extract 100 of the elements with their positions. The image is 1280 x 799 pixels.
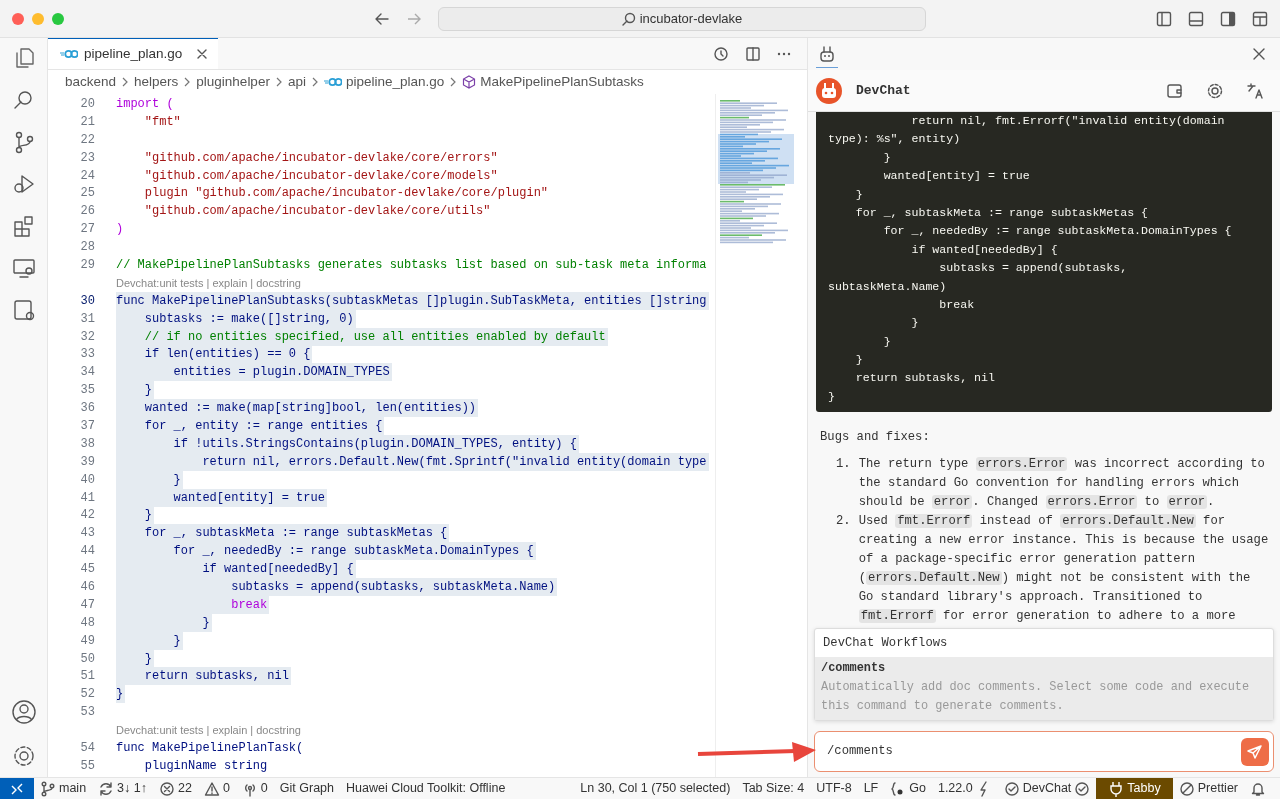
- breadcrumb[interactable]: api: [287, 71, 306, 93]
- more-button[interactable]: [777, 51, 791, 56]
- line-number: 34: [79, 364, 96, 382]
- wallet-button[interactable]: [1166, 81, 1184, 100]
- account-button[interactable]: [10, 699, 37, 725]
- translate-button[interactable]: [1246, 81, 1264, 100]
- status-item[interactable]: DevChat: [997, 777, 1097, 799]
- status-item[interactable]: main: [34, 777, 93, 799]
- blocked-icon: [1178, 780, 1195, 797]
- breadcrumb[interactable]: MakePipelinePlanSubtasks: [462, 71, 644, 93]
- status-item[interactable]: 1.22.0: [931, 777, 998, 799]
- chevron-icon: [310, 77, 319, 87]
- wallet-icon: [1166, 81, 1184, 100]
- search-field[interactable]: incubator-devlake: [438, 6, 926, 31]
- code-line: // MakePipelinePlanSubtasks generates subtasks list based on sub-task meta informa: [116, 256, 708, 274]
- breadcrumb[interactable]: pipeline_plan.go: [323, 71, 445, 93]
- code-line: ): [116, 221, 125, 239]
- send-button[interactable]: [1241, 737, 1269, 766]
- layout-icon: [1252, 10, 1268, 27]
- code-line: pluginName string: [143, 757, 269, 775]
- status-item[interactable]: Prettier: [1172, 777, 1244, 799]
- line-number: 24: [79, 167, 96, 185]
- close-button[interactable]: [1252, 47, 1266, 61]
- run-debug-button[interactable]: [11, 172, 36, 196]
- line-number: 25: [79, 185, 96, 203]
- breadcrumb[interactable]: backend: [65, 71, 117, 93]
- secondary-sidebar-button[interactable]: [1220, 10, 1236, 27]
- status-item[interactable]: UTF-8: [810, 777, 858, 799]
- bell-icon: [1250, 780, 1266, 797]
- chevron-icon: [121, 77, 130, 87]
- devchat-icon: [11, 298, 36, 322]
- devchat-button[interactable]: [11, 298, 36, 322]
- status-item[interactable]: Go: [884, 777, 932, 799]
- editor-tab[interactable]: pipeline_plan.go: [48, 38, 219, 69]
- history-button[interactable]: [713, 45, 729, 62]
- status-item[interactable]: LF: [857, 777, 885, 799]
- close-button[interactable]: [196, 48, 209, 60]
- message-field[interactable]: /comments: [814, 731, 1274, 772]
- sidebar-toggle-icon: [1156, 10, 1172, 27]
- line-number: 42: [79, 507, 96, 525]
- code-lens[interactable]: Devchat:unit tests | explain | docstring: [48, 274, 301, 292]
- status-item[interactable]: 3↓ 1↑: [92, 777, 153, 799]
- warning-icon: [203, 780, 220, 797]
- check-circle-icon: [1003, 780, 1020, 797]
- status-item[interactable]: Ln 30, Col 1 (750 selected): [574, 777, 737, 799]
- remote-button[interactable]: [0, 777, 34, 799]
- status-item[interactable]: 0: [197, 777, 236, 799]
- layout-button[interactable]: [1252, 10, 1268, 27]
- send-icon: [1247, 743, 1263, 760]
- chevron-icon: [449, 77, 458, 87]
- split-editor-button[interactable]: [745, 45, 761, 62]
- status-item[interactable]: Tab Size: 4: [736, 777, 811, 799]
- line-number: 50: [79, 650, 96, 668]
- line-number: 46: [79, 579, 96, 596]
- list-marker: 1.: [836, 456, 851, 474]
- status-item[interactable]: Git Graph: [273, 777, 340, 799]
- run-debug-icon: [11, 172, 36, 196]
- remote-explorer-button[interactable]: [11, 256, 36, 280]
- code-lens[interactable]: Devchat:unit tests | explain | docstring: [48, 721, 301, 739]
- go-file-icon: [323, 77, 342, 87]
- status-item[interactable]: 22: [153, 777, 198, 799]
- more-icon: [777, 51, 791, 56]
- line-number: 44: [79, 543, 96, 561]
- status-item[interactable]: Huawei Cloud Toolkit: Offline: [340, 777, 512, 799]
- line-number: 20: [79, 95, 96, 113]
- list-item: Used fmt.Errorf instead of errors.Default.New for creating a new error instance. This is because the usage of a package-specific error generation pattern ( errors.Default.New ) might not be consistent with the Go standard library's approach. Transitioned to fmt.Errorf for error generation to adhere to a more: [858, 513, 1270, 626]
- extensions-icon: [11, 214, 36, 238]
- breadcrumb[interactable]: pluginhelper: [196, 71, 270, 93]
- line-number: 28: [79, 239, 96, 257]
- list-item: The return type errors.Error was incorrect according to the standard Go convention for handling errors which should be error . Changed errors.Error to error .: [858, 456, 1266, 512]
- message-input[interactable]: /comments: [825, 741, 1241, 762]
- status-item[interactable]: 0: [235, 777, 274, 799]
- breadcrumb[interactable]: helpers: [134, 71, 179, 93]
- line-number: 31: [79, 310, 96, 328]
- sync-icon: [98, 780, 115, 797]
- window-control[interactable]: [12, 12, 24, 25]
- line-number: 48: [79, 614, 96, 632]
- code-block: return nil, fmt.Errorf("invalid entity(domain type): %s", entity) } wanted[entity] = true } for _, subtaskMeta := range subtaskMetas { for _, neededBy := range subtaskMeta.DomainTypes { if wanted[neededBy] { subtasks = append(subtasks, subtaskMeta.Name) break } } } return subtasks, nil }: [816, 112, 1272, 413]
- workflow-item[interactable]: /comments Automatically add doc comments. Select some code and execute this command to generate comments.: [815, 657, 1273, 720]
- line-number: 21: [79, 113, 96, 131]
- panel-toggle-icon: [1188, 10, 1204, 27]
- popup-title: DevChat Workflows: [822, 634, 949, 652]
- close-icon: [1252, 47, 1266, 61]
- line-number: 43: [79, 525, 96, 543]
- remote-icon: [10, 781, 24, 796]
- line-number: 22: [79, 131, 96, 149]
- line-number: 51: [79, 668, 96, 686]
- extensions-button[interactable]: [11, 214, 36, 238]
- line-number: 37: [79, 418, 96, 435]
- branch-icon: [40, 780, 56, 797]
- sidebar-toggle-button[interactable]: [1156, 10, 1172, 27]
- line-number: 55: [79, 757, 96, 775]
- status-item[interactable]: Tabby: [1096, 777, 1173, 799]
- code-line: func MakePipelinePlanTask(: [116, 740, 305, 757]
- line-number: 27: [79, 221, 96, 239]
- code-line: import (: [116, 95, 175, 113]
- panel-toggle-button[interactable]: [1188, 10, 1204, 27]
- code-line: "github.com/apache/incubator-devlake/core/models": [143, 167, 499, 185]
- settings-button[interactable]: [1206, 81, 1224, 100]
- split-editor-icon: [745, 45, 761, 62]
